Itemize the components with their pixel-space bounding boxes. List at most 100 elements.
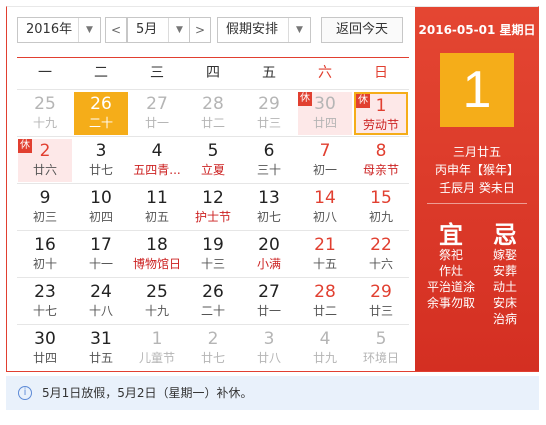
yi-item: 祭祀 xyxy=(438,248,463,262)
day-cell[interactable]: 9 初三 xyxy=(18,186,72,229)
day-cell[interactable]: 19 十三 xyxy=(186,233,240,276)
lunar-label: 五四青... xyxy=(133,163,181,177)
day-cell[interactable]: 27 廿一 xyxy=(242,280,296,323)
day-number: 25 xyxy=(146,282,168,302)
holiday-notice: i 5月1日放假，5月2日（星期一）补休。 xyxy=(6,376,539,410)
calendar-toolbar: 2016年 ▼ < 5月 ▼ > 假期安排 ▼ 返回今天 xyxy=(7,7,415,53)
day-cell[interactable]: 休 1 劳动节 xyxy=(354,92,408,135)
lunar-label: 立夏 xyxy=(200,163,225,177)
chevron-down-icon: ▼ xyxy=(288,18,310,42)
day-cell[interactable]: 12 护士节 xyxy=(186,186,240,229)
day-cell[interactable]: 21 十五 xyxy=(298,233,352,276)
day-cell[interactable]: 26 二十 xyxy=(186,280,240,323)
day-cell[interactable]: 休 2 廿六 xyxy=(18,139,72,182)
day-cell[interactable]: 31 廿五 xyxy=(74,327,128,370)
lunar-date: 三月廿五 xyxy=(452,145,501,159)
lunar-label: 十五 xyxy=(312,257,337,271)
day-cell[interactable]: 15 初九 xyxy=(354,186,408,229)
lunar-label: 初十 xyxy=(32,257,57,271)
day-cell[interactable]: 30 廿四 xyxy=(18,327,72,370)
day-cell[interactable]: 27 廿一 xyxy=(130,92,184,135)
day-number: 8 xyxy=(375,141,387,161)
back-to-today-button[interactable]: 返回今天 xyxy=(321,17,403,43)
rest-badge: 休 xyxy=(298,92,312,106)
lunar-label: 廿七 xyxy=(200,351,225,365)
yi-item: 余事勿取 xyxy=(426,296,475,310)
day-cell[interactable]: 28 廿二 xyxy=(298,280,352,323)
day-cell[interactable]: 14 初八 xyxy=(298,186,352,229)
day-cell[interactable]: 休 30 廿四 xyxy=(298,92,352,135)
day-number: 31 xyxy=(90,329,112,349)
day-cell[interactable]: 10 初四 xyxy=(74,186,128,229)
prev-month-button[interactable]: < xyxy=(105,17,127,43)
lunar-label: 廿三 xyxy=(256,116,281,130)
day-cell[interactable]: 1 儿童节 xyxy=(130,327,184,370)
lunar-label: 初四 xyxy=(88,210,113,224)
yi-item: 作灶 xyxy=(438,264,463,278)
day-number: 14 xyxy=(314,188,336,208)
weekday-label: 三 xyxy=(150,65,164,81)
day-cell[interactable]: 29 廿三 xyxy=(354,280,408,323)
lunar-label: 廿六 xyxy=(32,163,57,177)
month-day-ganzhi: 壬辰月 癸未日 xyxy=(439,181,515,195)
day-cell[interactable]: 29 廿三 xyxy=(242,92,296,135)
day-cell[interactable]: 13 初七 xyxy=(242,186,296,229)
day-cell[interactable]: 8 母亲节 xyxy=(354,139,408,182)
selected-date: 2016-05-01 星期日 xyxy=(418,23,536,37)
day-cell[interactable]: 6 三十 xyxy=(242,139,296,182)
day-cell[interactable]: 7 初一 xyxy=(298,139,352,182)
day-number: 5 xyxy=(375,329,387,349)
day-cell[interactable]: 18 博物馆日 xyxy=(130,233,184,276)
month-select[interactable]: 5月 ▼ xyxy=(127,17,191,43)
lunar-label: 劳动节 xyxy=(362,118,399,132)
lunar-label: 十九 xyxy=(32,116,57,130)
day-number: 9 xyxy=(39,188,51,208)
day-cell[interactable]: 11 初五 xyxy=(130,186,184,229)
day-number: 29 xyxy=(370,282,392,302)
lunar-label: 廿一 xyxy=(144,116,169,130)
day-cell[interactable]: 16 初十 xyxy=(18,233,72,276)
lunar-label: 母亲节 xyxy=(362,163,399,177)
day-cell[interactable]: 4 廿九 xyxy=(298,327,352,370)
day-cell[interactable]: 5 立夏 xyxy=(186,139,240,182)
lunar-label: 护士节 xyxy=(194,210,231,224)
lunar-label: 二十 xyxy=(200,304,225,318)
divider xyxy=(427,203,527,204)
day-number: 10 xyxy=(90,188,112,208)
day-cell[interactable]: 22 十六 xyxy=(354,233,408,276)
lunar-label: 廿三 xyxy=(368,304,393,318)
day-number: 18 xyxy=(146,235,168,255)
day-number: 4 xyxy=(151,141,163,161)
lunar-label: 三十 xyxy=(256,163,281,177)
day-cell[interactable]: 23 十七 xyxy=(18,280,72,323)
day-cell[interactable]: 25 十九 xyxy=(18,92,72,135)
lunar-label: 初三 xyxy=(32,210,57,224)
chevron-right-icon: > xyxy=(194,23,206,37)
yi-list: 祭祀 作灶 平治道涂 余事勿取 xyxy=(421,247,481,311)
day-number: 23 xyxy=(34,282,56,302)
day-cell[interactable]: 20 小满 xyxy=(242,233,296,276)
day-cell[interactable]: 17 十一 xyxy=(74,233,128,276)
day-number: 12 xyxy=(202,188,224,208)
lunar-label: 博物馆日 xyxy=(132,257,181,271)
day-cell[interactable]: 25 十九 xyxy=(130,280,184,323)
day-cell[interactable]: 28 廿二 xyxy=(186,92,240,135)
calendar-widget: 2016年 ▼ < 5月 ▼ > 假期安排 ▼ 返回今天 一二三四五六日 25 十… xyxy=(6,6,539,372)
day-number: 5 xyxy=(207,141,219,161)
day-number: 19 xyxy=(202,235,224,255)
day-cell[interactable]: 4 五四青... xyxy=(130,139,184,182)
next-month-button[interactable]: > xyxy=(189,17,211,43)
week-row: 16 初十 17 十一 18 博物馆日 19 十三 20 小满 21 十五 22 十六 xyxy=(17,230,409,276)
day-number: 6 xyxy=(263,141,275,161)
day-cell[interactable]: 26 二十 xyxy=(74,92,128,135)
day-cell[interactable]: 3 廿八 xyxy=(242,327,296,370)
ji-item: 安葬 xyxy=(492,264,517,278)
day-cell[interactable]: 5 环境日 xyxy=(354,327,408,370)
day-number: 21 xyxy=(314,235,336,255)
day-cell[interactable]: 24 十八 xyxy=(74,280,128,323)
day-number: 30 xyxy=(34,329,56,349)
day-cell[interactable]: 3 廿七 xyxy=(74,139,128,182)
year-select[interactable]: 2016年 ▼ xyxy=(17,17,101,43)
holiday-select[interactable]: 假期安排 ▼ xyxy=(217,17,311,43)
day-cell[interactable]: 2 廿七 xyxy=(186,327,240,370)
